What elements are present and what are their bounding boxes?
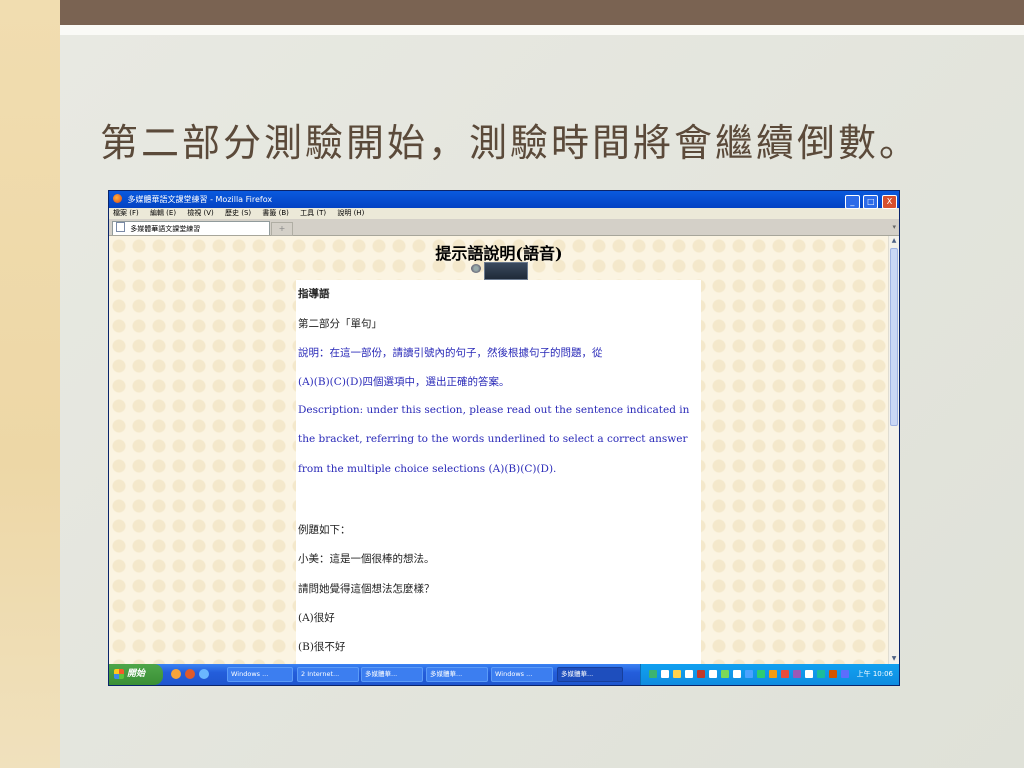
menu-bookmarks[interactable]: 書籤 (B): [262, 209, 289, 217]
tray-icon[interactable]: [817, 670, 825, 678]
instruction-line: 說明：在這一部份，請讀引號內的句子，然後根據句子的問題，從: [298, 347, 603, 359]
tray-icon[interactable]: [709, 670, 717, 678]
instruction-line: Description: under this section, please …: [298, 404, 690, 416]
tray-icon[interactable]: [661, 670, 669, 678]
minimize-button[interactable]: _: [844, 195, 860, 209]
option-a: (A)很好: [298, 612, 335, 624]
menu-edit[interactable]: 編輯 (E): [150, 209, 176, 217]
tab-label: 多媒體華語文課堂練習: [130, 225, 201, 233]
tray-icon[interactable]: [649, 670, 657, 678]
example-line: 小美：這是一個很棒的想法。: [298, 553, 435, 565]
tray-icon[interactable]: [685, 670, 693, 678]
quicklaunch-firefox-alt-icon[interactable]: [185, 669, 195, 679]
taskbar-button[interactable]: 多媒體華...: [361, 667, 423, 682]
example-question: 請問她覺得這個想法怎麼樣？: [298, 583, 435, 595]
tray-icon[interactable]: [745, 670, 753, 678]
tray-icon[interactable]: [721, 670, 729, 678]
windows-logo-icon: [114, 669, 124, 679]
scroll-thumb[interactable]: [890, 248, 898, 426]
tab-active[interactable]: 多媒體華語文課堂練習: [112, 221, 270, 235]
quicklaunch-ie-icon[interactable]: [199, 669, 209, 679]
audio-player[interactable]: [484, 262, 528, 280]
tray-icon[interactable]: [781, 670, 789, 678]
slide-title: 第二部分測驗開始，測驗時間將會繼續倒數。: [100, 121, 921, 165]
menu-file[interactable]: 檔案 (F): [113, 209, 139, 217]
windows-taskbar: 開始 Windows ... 2 Internet... 多媒體華... 多媒體…: [109, 664, 899, 685]
menu-history[interactable]: 歷史 (S): [225, 209, 251, 217]
instruction-line: 第二部分「單句」: [298, 318, 382, 330]
scroll-up-icon[interactable]: ▲: [889, 236, 899, 246]
taskbar-button[interactable]: 多媒體華...: [426, 667, 488, 682]
system-tray: 上午 10:06: [640, 664, 899, 685]
tray-icon[interactable]: [829, 670, 837, 678]
option-b: (B)很不好: [298, 641, 346, 653]
menu-help[interactable]: 說明 (H): [337, 209, 364, 217]
instruction-heading: 指導語: [298, 288, 330, 300]
page-icon: [116, 222, 125, 232]
taskbar-button[interactable]: Windows ...: [227, 667, 293, 682]
page-heading: 提示語說明(語音): [435, 244, 563, 263]
start-button[interactable]: 開始: [109, 664, 163, 685]
page-content: 提示語說明(語音) 指導語 第二部分「單句」 說明：在這一部份，請讀引號內的句子…: [109, 236, 889, 664]
slide-top-line: [60, 25, 1024, 35]
start-label: 開始: [127, 669, 146, 679]
scroll-down-icon[interactable]: ▼: [889, 654, 899, 664]
speaker-icon[interactable]: [471, 264, 481, 273]
menu-bar: 檔案 (F) 編輯 (E) 檢視 (V) 歷史 (S) 書籤 (B) 工具 (T…: [109, 208, 899, 219]
clock[interactable]: 上午 10:06: [857, 664, 893, 685]
menu-tools[interactable]: 工具 (T): [300, 209, 326, 217]
tray-icon[interactable]: [841, 670, 849, 678]
new-tab-button[interactable]: +: [271, 222, 293, 236]
tray-icon[interactable]: [793, 670, 801, 678]
tray-icon[interactable]: [673, 670, 681, 678]
instruction-line: (A)(B)(C)(D)四個選項中，選出正確的答案。: [298, 376, 510, 388]
instruction-line: from the multiple choice selections (A)(…: [298, 463, 557, 475]
taskbar-button-active[interactable]: 多媒體華...: [557, 667, 623, 682]
window-controls: _ □ X: [844, 193, 897, 210]
taskbar-button[interactable]: 2 Internet...: [297, 667, 359, 682]
tray-icon[interactable]: [769, 670, 777, 678]
browser-window-screenshot: 多媒體華語文課堂練習 - Mozilla Firefox _ □ X 檔案 (F…: [108, 190, 900, 686]
menu-view[interactable]: 檢視 (V): [187, 209, 213, 217]
tray-icon[interactable]: [733, 670, 741, 678]
taskbar-button[interactable]: Windows ...: [491, 667, 553, 682]
quicklaunch-firefox-icon[interactable]: [171, 669, 181, 679]
close-button[interactable]: X: [882, 195, 897, 209]
vertical-scrollbar[interactable]: ▲ ▼: [888, 236, 899, 664]
slide-left-strip: [0, 0, 60, 768]
slide-top-bar: [60, 0, 1024, 25]
tab-list-chevron-icon[interactable]: ▾: [892, 223, 896, 231]
firefox-icon: [113, 194, 122, 203]
example-heading: 例題如下：: [298, 524, 351, 536]
instruction-panel: 指導語 第二部分「單句」 說明：在這一部份，請讀引號內的句子，然後根據句子的問題…: [296, 280, 701, 664]
tab-bar: 多媒體華語文課堂練習 + ▾: [109, 219, 899, 236]
instruction-line: the bracket, referring to the words unde…: [298, 433, 688, 445]
window-title: 多媒體華語文課堂練習 - Mozilla Firefox: [127, 195, 273, 204]
tray-icon[interactable]: [757, 670, 765, 678]
maximize-button[interactable]: □: [863, 195, 879, 209]
tray-icon[interactable]: [697, 670, 705, 678]
window-titlebar: 多媒體華語文課堂練習 - Mozilla Firefox _ □ X: [109, 191, 899, 210]
tray-icon[interactable]: [805, 670, 813, 678]
